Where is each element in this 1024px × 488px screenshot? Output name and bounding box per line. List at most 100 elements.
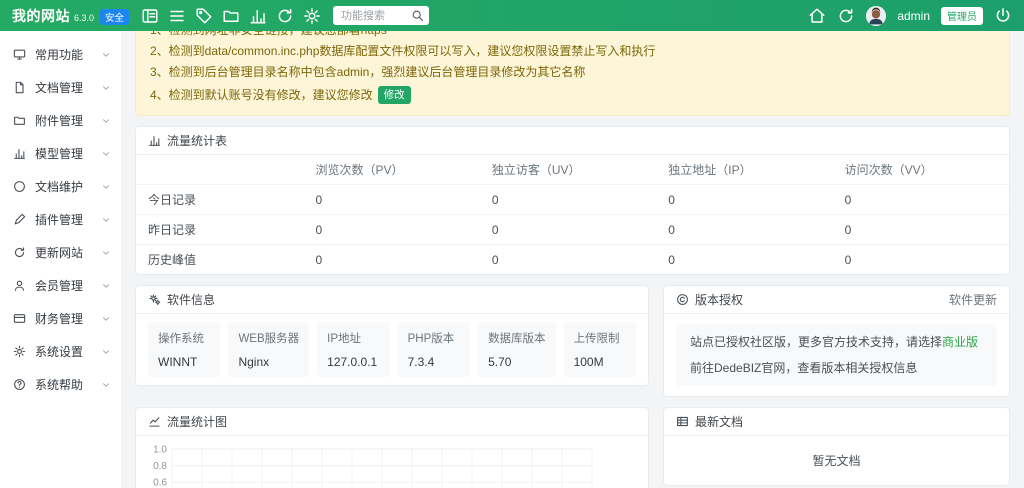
cogs-icon [148, 293, 161, 306]
sidebar-item-10[interactable]: 系统帮助 [0, 368, 121, 401]
chevron-down-icon [101, 83, 111, 93]
gear-icon [13, 345, 26, 358]
row-value: 0 [304, 185, 480, 215]
software-card-value: 5.70 [488, 355, 546, 369]
sidebar-item-7[interactable]: 会员管理 [0, 269, 121, 302]
site-name: 我的网站 [12, 6, 70, 26]
sidebar-item-label: 系统设置 [35, 343, 101, 360]
software-card: 上传限制 100M [564, 322, 636, 377]
row-value: 0 [833, 215, 1009, 245]
alert-line-3: 4、检测到默认账号没有修改，建议您修改修改 [150, 83, 995, 107]
row-value: 0 [656, 245, 832, 275]
svg-text:1.0: 1.0 [153, 445, 167, 456]
software-info-panel: 软件信息 操作系统 WINNT WEB服务器 Nginx IP地址 127.0.… [135, 285, 649, 386]
folder-icon[interactable] [222, 7, 240, 25]
tag-icon[interactable] [195, 7, 213, 25]
sidebar-item-8[interactable]: 财务管理 [0, 302, 121, 335]
bar-chart-icon[interactable] [249, 7, 267, 25]
sidebar-toggle-icon[interactable] [141, 7, 159, 25]
sidebar-item-label: 会员管理 [35, 277, 101, 294]
search-box [333, 6, 429, 25]
gear-icon[interactable] [303, 7, 321, 25]
sidebar-item-6[interactable]: 更新网站 [0, 236, 121, 269]
folder-icon [13, 114, 26, 127]
chevron-down-icon [101, 380, 111, 390]
software-card: WEB服务器 Nginx [228, 322, 309, 377]
pen-icon [13, 213, 26, 226]
copyright-icon [676, 293, 689, 306]
sidebar-item-label: 系统帮助 [35, 376, 101, 393]
chevron-down-icon [101, 182, 111, 192]
latest-docs-header: 最新文档 [664, 408, 1009, 436]
help-icon [13, 378, 26, 391]
sidebar-item-2[interactable]: 附件管理 [0, 104, 121, 137]
row-value: 0 [480, 245, 656, 275]
sidebar-item-1[interactable]: 文档管理 [0, 71, 121, 104]
sidebar-item-label: 财务管理 [35, 310, 101, 327]
chevron-down-icon [101, 149, 111, 159]
sidebar-item-4[interactable]: 文档维护 [0, 170, 121, 203]
refresh-icon[interactable] [276, 7, 294, 25]
license-card: 站点已授权社区版，更多官方技术支持，请选择商业版 前往DedeBIZ官网，查看版… [676, 324, 997, 386]
row-value: 0 [480, 215, 656, 245]
sidebar-item-0[interactable]: 常用功能 [0, 38, 121, 71]
software-card-value: 100M [574, 355, 626, 369]
role-badge: 管理员 [941, 7, 983, 25]
row-label: 昨日记录 [136, 215, 304, 245]
alert-line-2: 3、检测到后台管理目录名称中包含admin，强烈建议后台管理目录修改为其它名称 [150, 62, 995, 83]
list-icon [676, 415, 689, 428]
safe-badge: 安全 [100, 9, 129, 25]
chevron-down-icon [101, 347, 111, 357]
row-value: 0 [833, 185, 1009, 215]
chevron-down-icon [101, 116, 111, 126]
refresh-icon[interactable] [837, 7, 855, 25]
chevron-down-icon [101, 281, 111, 291]
row-label: 今日记录 [136, 185, 304, 215]
sidebar-item-label: 更新网站 [35, 244, 101, 261]
menu-icon[interactable] [168, 7, 186, 25]
sidebar-item-label: 文档管理 [35, 79, 101, 96]
chevron-down-icon [101, 50, 111, 60]
sidebar: 常用功能 文档管理 附件管理 模型管理 文档维护 插件管理 [0, 31, 121, 488]
software-info-header: 软件信息 [136, 286, 648, 314]
traffic-stats-panel: 流量统计表 浏览次数（PV）独立访客（UV）独立地址（IP）访问次数（VV） 今… [135, 126, 1010, 275]
software-card-label: 数据库版本 [488, 330, 546, 346]
svg-text:0.8: 0.8 [153, 461, 167, 472]
table-column-header [136, 155, 304, 185]
topbar-user-area: admin 管理员 [808, 6, 1024, 26]
main-content: 1、检测到网址非安全链接，建议您部署https2、检测到data/common.… [121, 0, 1024, 488]
chart-plot-area: 1.00.80.60.40.20-0.2-0.4-0.6-0.8-1.0 [144, 442, 596, 488]
power-icon[interactable] [994, 7, 1012, 25]
row-value: 0 [304, 215, 480, 245]
license-header: 版本授权 软件更新 [664, 286, 1009, 314]
software-card-label: IP地址 [327, 330, 379, 346]
table-column-header: 浏览次数（PV） [304, 155, 480, 185]
file-icon [13, 81, 26, 94]
sidebar-item-label: 常用功能 [35, 46, 101, 63]
software-card-value: Nginx [238, 355, 299, 369]
software-update-link[interactable]: 软件更新 [949, 291, 997, 308]
traffic-stats-table: 浏览次数（PV）独立访客（UV）独立地址（IP）访问次数（VV） 今日记录000… [136, 155, 1009, 274]
sidebar-item-label: 文档维护 [35, 178, 101, 195]
bar-chart-icon [13, 147, 26, 160]
fix-button[interactable]: 修改 [378, 86, 411, 104]
topbar-tools [141, 7, 321, 25]
table-row: 历史峰值0000 [136, 245, 1009, 275]
commercial-version-link[interactable]: 商业版 [942, 335, 978, 349]
sidebar-item-3[interactable]: 模型管理 [0, 137, 121, 170]
row-value: 0 [656, 185, 832, 215]
software-card-value: WINNT [158, 355, 210, 369]
row-value: 0 [656, 215, 832, 245]
refresh-icon [13, 246, 26, 259]
avatar[interactable] [866, 6, 886, 26]
sidebar-item-5[interactable]: 插件管理 [0, 203, 121, 236]
search-icon[interactable] [411, 9, 424, 22]
software-card-value: 127.0.0.1 [327, 355, 379, 369]
software-card-label: PHP版本 [408, 330, 460, 346]
sidebar-item-9[interactable]: 系统设置 [0, 335, 121, 368]
table-column-header: 独立地址（IP） [656, 155, 832, 185]
software-card-label: WEB服务器 [238, 330, 299, 346]
user-name[interactable]: admin [897, 9, 930, 23]
traffic-stats-header: 流量统计表 [136, 127, 1009, 155]
home-icon[interactable] [808, 7, 826, 25]
